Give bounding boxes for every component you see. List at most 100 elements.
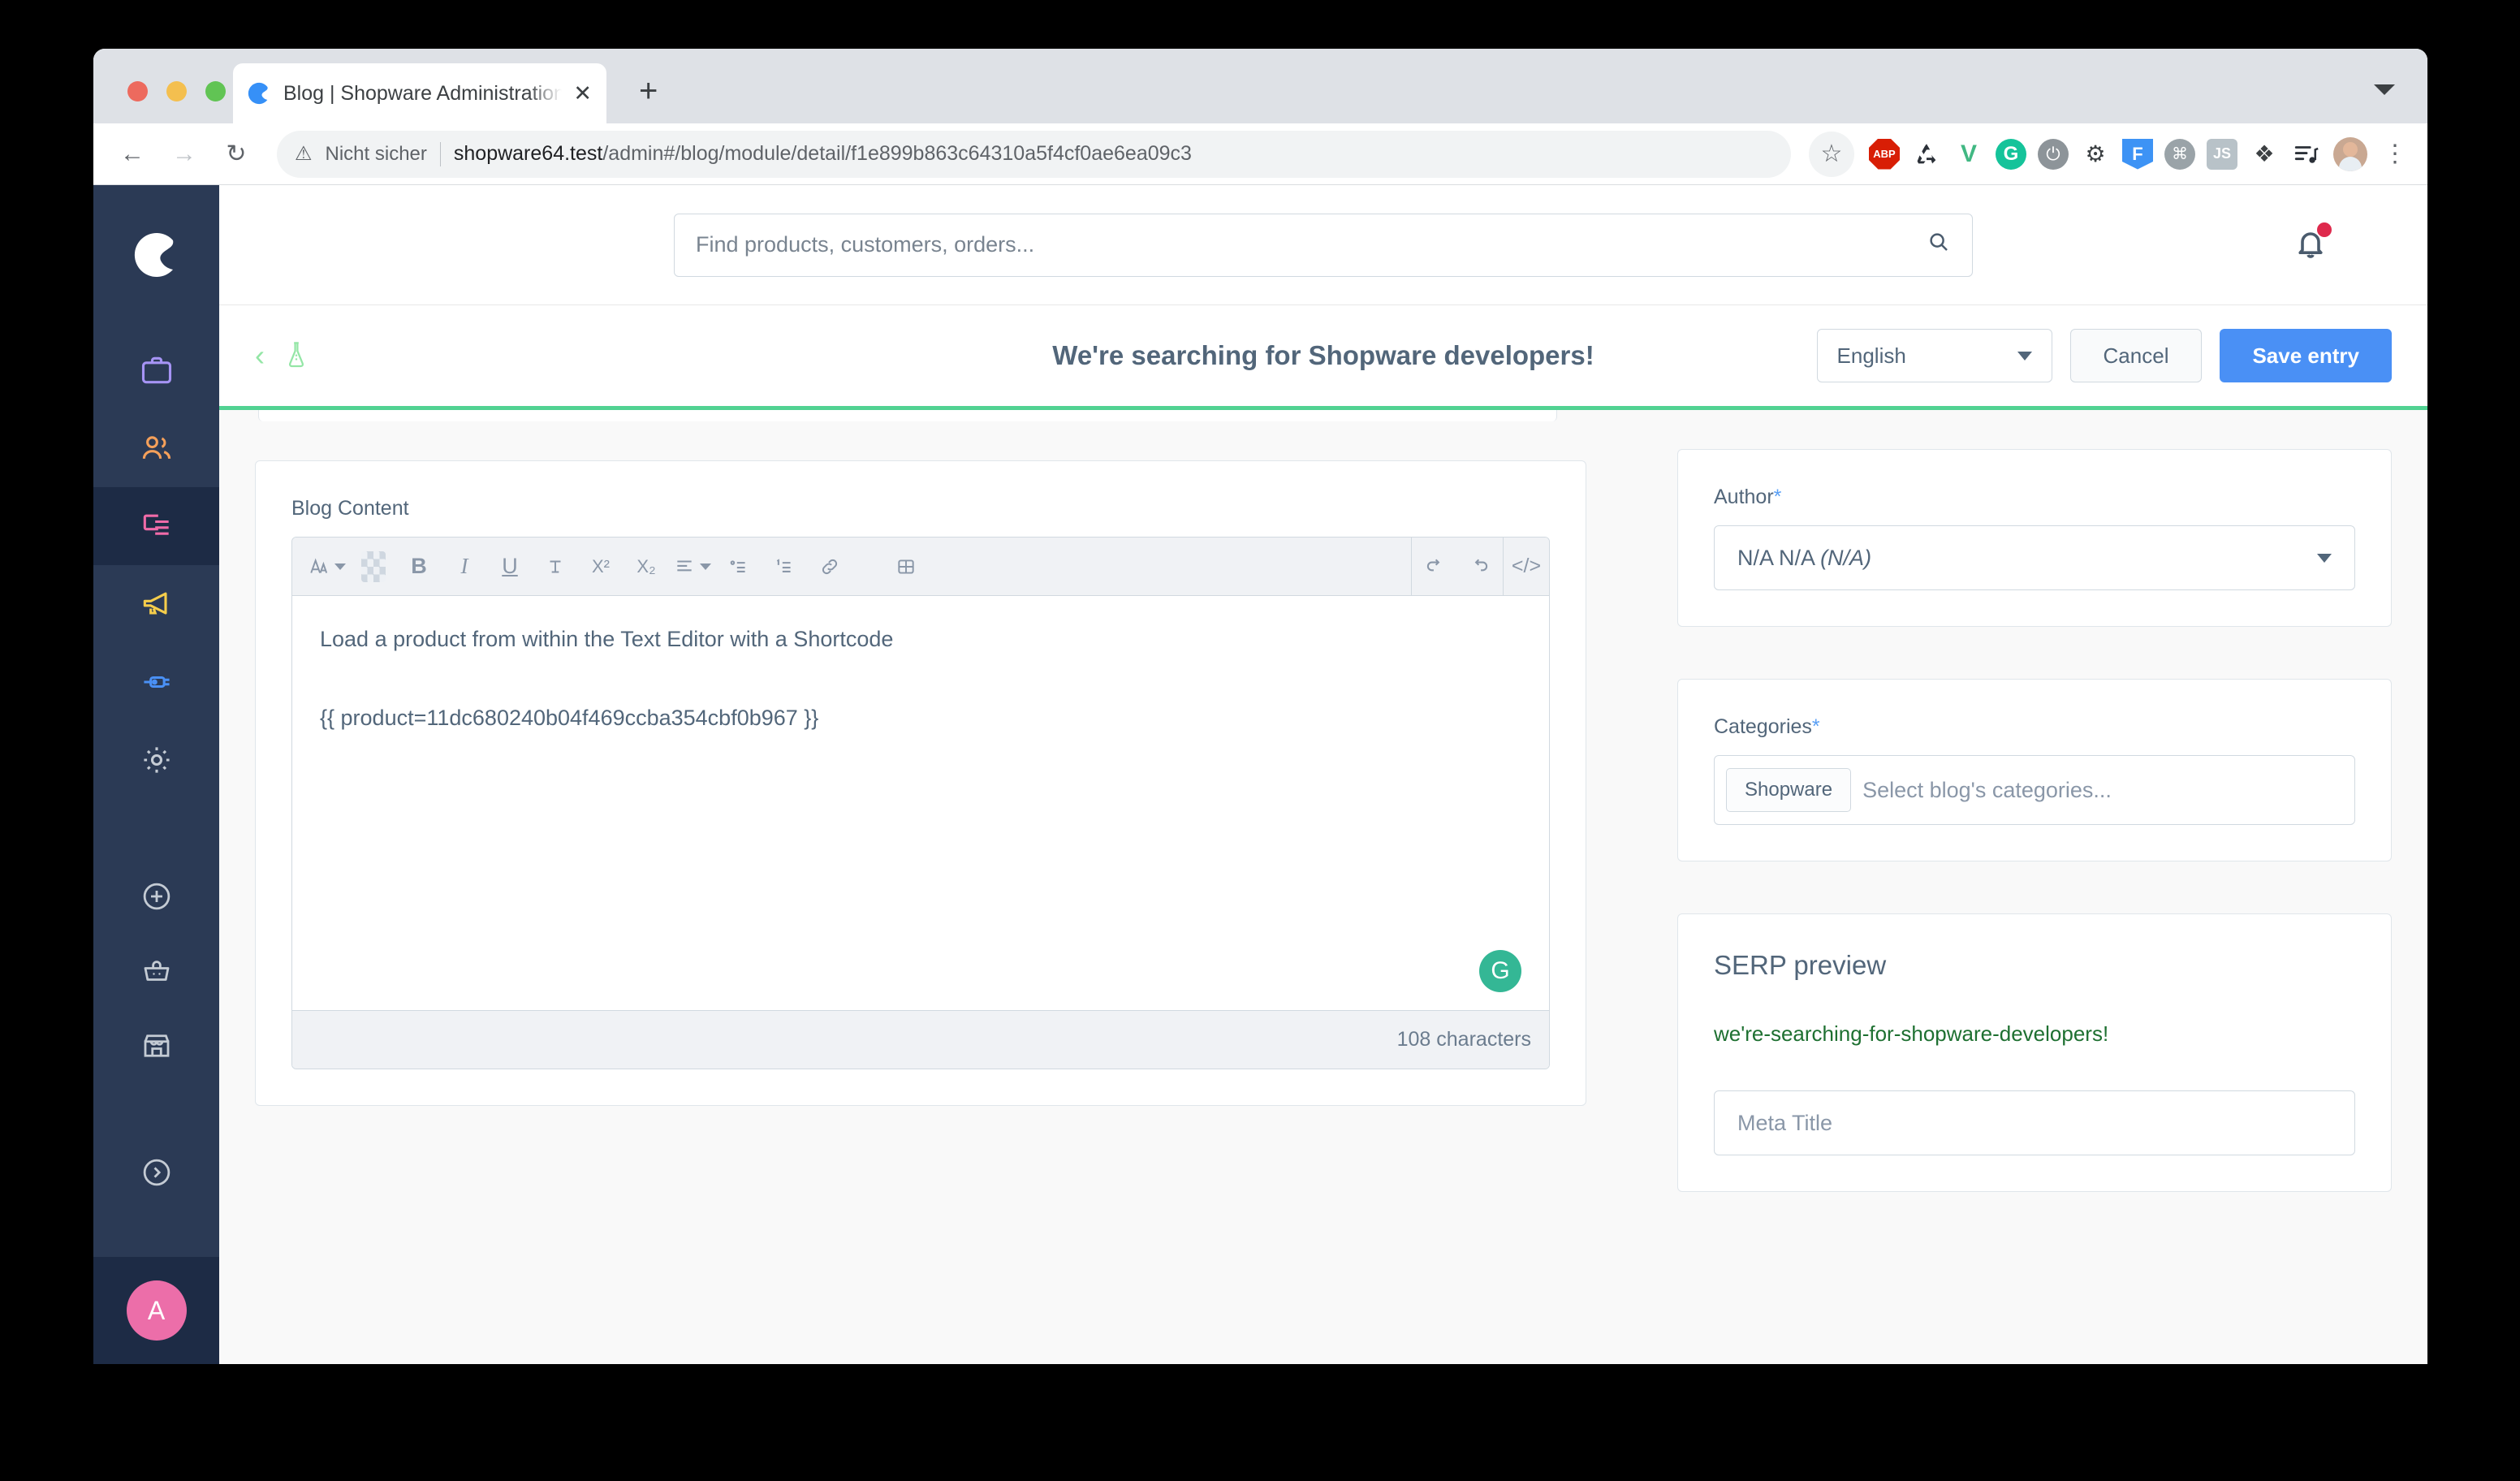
grammarly-badge-icon[interactable]: G — [1479, 950, 1521, 992]
sidebar-item-extensions[interactable] — [93, 643, 219, 721]
puzzle-extensions-icon[interactable]: ❖ — [2249, 139, 2280, 170]
close-tab-button[interactable]: ✕ — [573, 82, 592, 105]
search-icon[interactable] — [1927, 230, 1951, 261]
serp-preview-card: SERP preview we're-searching-for-shopwar… — [1677, 913, 2392, 1192]
text-color-icon[interactable] — [351, 538, 396, 596]
categories-select[interactable]: Shopware Select blog's categories... — [1714, 755, 2355, 825]
language-select[interactable]: English — [1816, 329, 2052, 382]
sidebar-item-marketing[interactable] — [93, 565, 219, 643]
sidebar-item-customers[interactable] — [93, 409, 219, 487]
redo-icon[interactable] — [1457, 538, 1503, 596]
vue-devtools-icon[interactable]: V — [1953, 139, 1984, 170]
address-bar[interactable]: ⚠ Nicht sicher shopware64.test/admin#/bl… — [277, 130, 1791, 178]
author-select[interactable]: N/A N/A (N/A) — [1714, 525, 2355, 590]
megaphone-icon — [143, 592, 167, 615]
bullet-list-icon[interactable] — [716, 538, 762, 596]
chevron-right-circle-icon — [143, 1159, 170, 1186]
cancel-button[interactable]: Cancel — [2069, 329, 2203, 382]
adblock-plus-icon[interactable]: ABP — [1869, 138, 1900, 170]
author-card: Author* N/A N/A (N/A) — [1677, 449, 2392, 627]
sidebar-item-storefront[interactable] — [93, 1008, 219, 1083]
bookmark-star-icon[interactable]: ☆ — [1809, 131, 1854, 177]
content-icon — [143, 514, 169, 535]
categories-placeholder: Select blog's categories... — [1862, 777, 2112, 802]
forward-button[interactable]: → — [162, 132, 207, 177]
reading-list-icon[interactable] — [2291, 139, 2322, 170]
superscript-icon[interactable]: X² — [578, 538, 624, 596]
power-icon[interactable]: ⏻ — [2038, 138, 2069, 170]
back-button[interactable]: ← — [110, 132, 155, 177]
italic-icon[interactable]: I — [442, 538, 487, 596]
browser-tab[interactable]: Blog | Shopware Administration ✕ — [233, 63, 606, 123]
strikethrough-icon[interactable] — [533, 538, 578, 596]
serp-slug: we're-searching-for-shopware-developers! — [1714, 1021, 2109, 1046]
avatar: A — [126, 1280, 187, 1341]
sidebar-item-orders[interactable] — [93, 934, 219, 1008]
extensions-area: ABP V G ⏻ ⚙ F ⌘ JS ❖ ⋮ — [1861, 136, 2411, 171]
command-icon[interactable]: ⌘ — [2164, 138, 2195, 170]
maximize-window-button[interactable] — [205, 81, 226, 101]
javascript-icon[interactable]: JS — [2207, 138, 2237, 170]
admin-main: ‹ We're searching for Shopware developer… — [219, 185, 2427, 1364]
reload-button[interactable]: ↻ — [214, 132, 259, 177]
notifications-button[interactable] — [2291, 222, 2332, 267]
content-left-column: Blog Content B I U X² X₂ </> Load a prod… — [255, 410, 1586, 1364]
category-chip[interactable]: Shopware — [1726, 768, 1852, 812]
close-window-button[interactable] — [127, 81, 148, 101]
recycle-icon[interactable] — [1911, 139, 1942, 170]
grammarly-extension-icon[interactable]: G — [1996, 138, 2026, 170]
flask-icon[interactable] — [283, 340, 310, 371]
blog-content-card: Blog Content B I U X² X₂ </> Load a prod… — [255, 460, 1586, 1106]
chevron-down-icon — [334, 563, 346, 570]
minimize-window-button[interactable] — [166, 81, 187, 101]
browser-profile-avatar[interactable] — [2333, 136, 2367, 171]
table-icon[interactable] — [883, 538, 929, 596]
search-input[interactable] — [696, 232, 1927, 257]
sidebar-user[interactable]: A — [93, 1257, 219, 1364]
new-tab-button[interactable]: + — [639, 75, 658, 107]
undo-icon[interactable] — [1412, 538, 1457, 596]
chevron-down-icon — [2317, 553, 2332, 563]
save-entry-button[interactable]: Save entry — [2220, 329, 2392, 382]
text-format-icon[interactable] — [304, 538, 351, 596]
debug-bug-icon[interactable]: ⚙ — [2080, 139, 2111, 170]
underline-icon[interactable]: U — [487, 538, 533, 596]
sidebar-item-expand-menu[interactable] — [93, 1135, 219, 1210]
shopware-admin: A Find products, customers, orders... ‹ … — [93, 185, 2427, 1364]
previous-card-bottom — [258, 410, 1557, 421]
global-search[interactable] — [674, 213, 1973, 277]
ordered-list-icon[interactable] — [762, 538, 807, 596]
header-actions: English Cancel Save entry — [1816, 329, 2392, 382]
tab-title: Blog | Shopware Administration — [283, 81, 563, 105]
tab-list-chevron-down-icon[interactable] — [2374, 84, 2395, 95]
source-code-icon[interactable]: </> — [1504, 538, 1549, 596]
sidebar-item-catalogues[interactable] — [93, 331, 219, 409]
figma-icon[interactable]: F — [2122, 138, 2153, 170]
window-controls[interactable] — [127, 81, 226, 101]
link-icon[interactable] — [807, 538, 852, 596]
author-label: Author* — [1714, 486, 1782, 508]
admin-topbar — [219, 185, 2427, 305]
author-select-value: N/A N/A (N/A) — [1737, 545, 1872, 570]
back-chevron-icon[interactable]: ‹ — [255, 341, 265, 370]
meta-title-input[interactable]: Meta Title — [1714, 1090, 2355, 1155]
browser-menu-icon[interactable]: ⋮ — [2379, 141, 2411, 166]
bold-icon[interactable]: B — [396, 538, 442, 596]
editor-paragraph: {{ product=11dc680240b04f469ccba354cbf0b… — [320, 706, 819, 731]
notification-badge — [2317, 222, 2332, 237]
screen: Blog | Shopware Administration ✕ + ← → ↻… — [0, 0, 2520, 1481]
shopware-logo[interactable] — [131, 229, 183, 281]
browser-toolbar: ← → ↻ ⚠ Nicht sicher shopware64.test/adm… — [93, 123, 2427, 185]
sidebar-utils — [93, 859, 219, 1210]
sidebar-item-content[interactable] — [93, 487, 219, 565]
subscript-icon[interactable]: X₂ — [624, 538, 669, 596]
language-select-value: English — [1836, 343, 1906, 368]
editor-content-area[interactable]: Load a product from within the Text Edit… — [292, 596, 1549, 1010]
align-icon[interactable] — [669, 538, 716, 596]
sidebar-item-settings[interactable] — [93, 721, 219, 799]
shopware-favicon — [248, 82, 268, 105]
browser-window: Blog | Shopware Administration ✕ + ← → ↻… — [93, 49, 2427, 1364]
page-header: ‹ We're searching for Shopware developer… — [219, 305, 2427, 406]
sidebar-item-add-new[interactable] — [93, 859, 219, 934]
character-count: 108 characters — [1396, 1028, 1531, 1051]
